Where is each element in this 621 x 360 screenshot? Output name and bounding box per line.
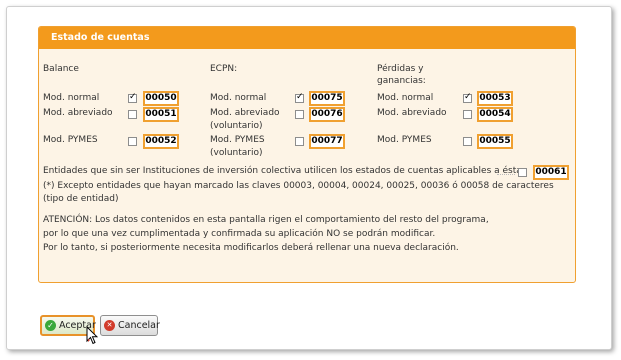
ecpn-abreviado-label: Mod. abreviado <box>210 108 280 118</box>
balance-pymes-checkbox[interactable] <box>128 137 137 146</box>
ecpn-normal-code: 00075 <box>309 91 345 106</box>
balance-normal-checkbox[interactable] <box>128 94 137 103</box>
pyg-normal-label: Mod. normal <box>377 93 434 103</box>
check-icon: ✓ <box>45 320 56 331</box>
cancel-button[interactable]: ✕ Cancelar <box>100 315 160 336</box>
ecpn-pymes-code: 00077 <box>309 134 345 149</box>
column-header-balance: Balance <box>43 64 79 74</box>
pyg-normal-code: 00053 <box>477 91 513 106</box>
balance-abreviado-checkbox[interactable] <box>128 110 137 119</box>
warning-line-1: ATENCIÓN: Los datos contenidos en esta p… <box>43 215 489 225</box>
dotted-leader <box>497 174 515 175</box>
warning-line-2: por lo que una vez cumplimentada y confi… <box>43 229 436 239</box>
balance-normal-code: 00050 <box>143 91 179 106</box>
pyg-pymes-checkbox[interactable] <box>463 137 472 146</box>
ecpn-normal-label: Mod. normal <box>210 93 267 103</box>
entities-label: Entidades que sin ser Instituciones de i… <box>43 166 527 176</box>
pyg-abreviado-checkbox[interactable] <box>463 110 472 119</box>
mouse-cursor-icon <box>86 326 98 345</box>
balance-pymes-code: 00052 <box>143 134 179 149</box>
panel-title: Estado de cuentas <box>39 27 575 49</box>
ecpn-normal-checkbox[interactable] <box>295 94 304 103</box>
ecpn-pymes-label: Mod. PYMES <box>210 135 265 145</box>
estado-cuentas-panel: Estado de cuentas Balance ECPN: Pérdidas… <box>38 26 576 283</box>
ecpn-abreviado-label-voluntario: (voluntario) <box>210 121 263 131</box>
balance-normal-label: Mod. normal <box>43 93 100 103</box>
warning-line-3: Por lo tanto, si posteriormente necesita… <box>43 243 459 253</box>
ecpn-abreviado-checkbox[interactable] <box>295 110 304 119</box>
balance-pymes-label: Mod. PYMES <box>43 135 98 145</box>
pyg-normal-checkbox[interactable] <box>463 94 472 103</box>
balance-abreviado-label: Mod. abreviado <box>43 108 113 118</box>
pyg-pymes-code: 00055 <box>477 134 513 149</box>
pyg-abreviado-code: 00054 <box>477 107 513 122</box>
pyg-abreviado-label: Mod. abreviado <box>377 108 447 118</box>
column-header-ecpn: ECPN: <box>210 64 238 74</box>
ecpn-abreviado-code: 00076 <box>309 107 345 122</box>
entities-note: (*) Excepto entidades que hayan marcado … <box>43 181 554 204</box>
ecpn-pymes-checkbox[interactable] <box>295 137 304 146</box>
ecpn-pymes-label-voluntario: (voluntario) <box>210 148 263 158</box>
entities-checkbox[interactable] <box>518 168 527 177</box>
balance-abreviado-code: 00051 <box>143 107 179 122</box>
entities-code: 00061 <box>533 165 569 180</box>
column-header-pyg-line2: ganancias: <box>377 76 426 86</box>
cancel-icon: ✕ <box>104 320 115 331</box>
pyg-pymes-label: Mod. PYMES <box>377 135 432 145</box>
cancel-button-label: Cancelar <box>118 320 160 331</box>
